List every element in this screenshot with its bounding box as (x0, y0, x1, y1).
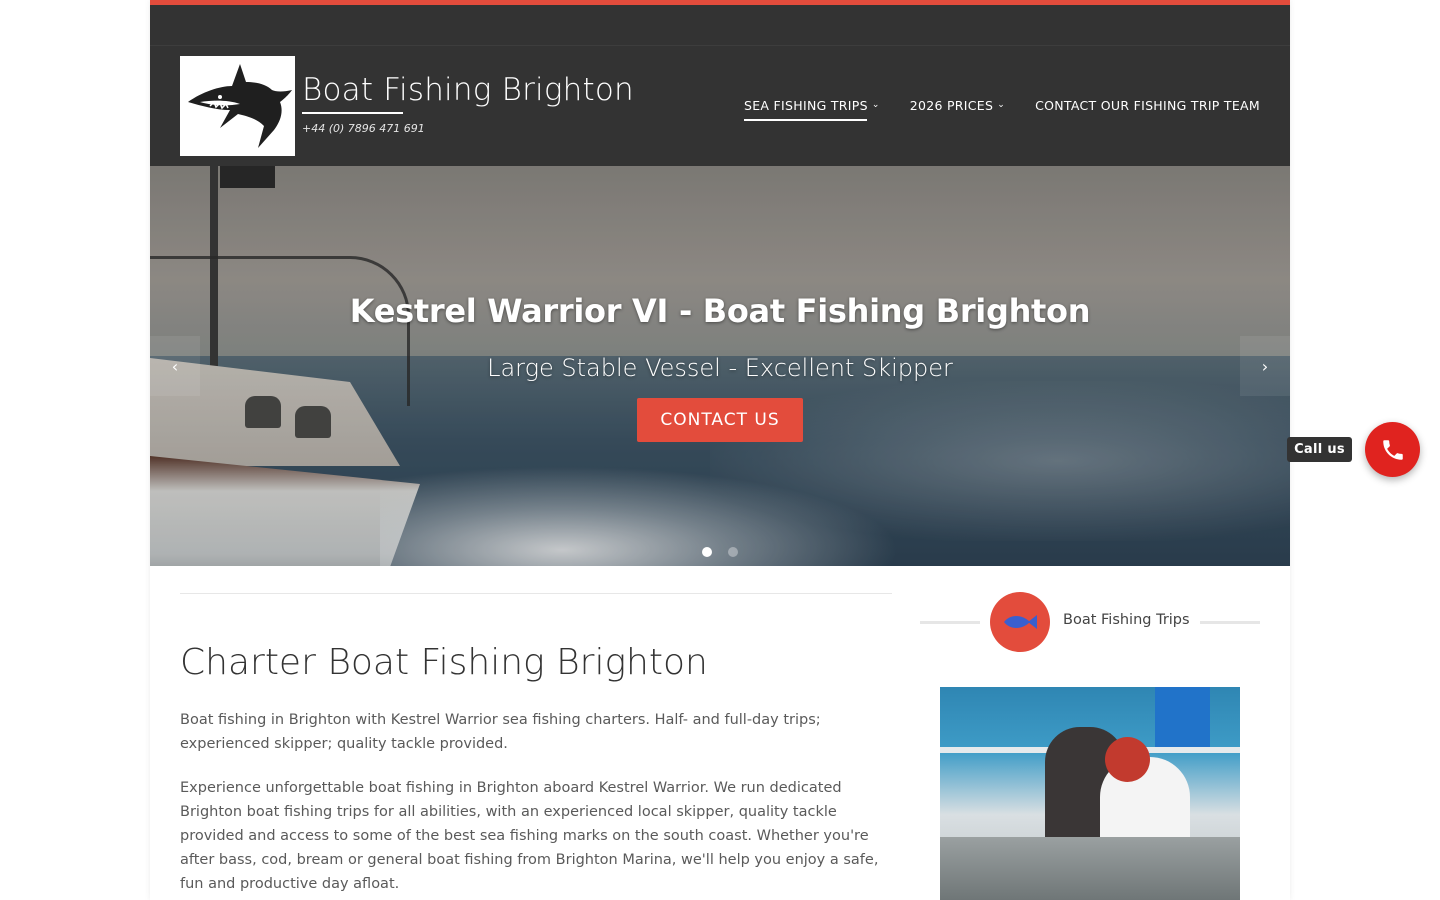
intro-paragraph: Boat fishing in Brighton with Kestrel Wa… (180, 712, 821, 752)
title-underline (302, 112, 403, 114)
photo-person-hair (1105, 737, 1150, 782)
body-paragraph: Experience unforgettable boat fishing in… (180, 780, 879, 892)
chevron-left-icon: ‹ (171, 356, 179, 376)
top-bar (150, 0, 1290, 45)
hero-slider: Kestrel Warrior VI - Boat Fishing Bright… (150, 166, 1290, 566)
chevron-right-icon: › (1261, 356, 1269, 376)
widget-icon-circle (990, 592, 1050, 652)
photo-person-blue (1155, 687, 1210, 747)
page-title: Charter Boat Fishing Brighton (180, 642, 708, 683)
call-us-label[interactable]: Call us (1287, 437, 1352, 462)
contact-us-button[interactable]: CONTACT US (637, 398, 803, 442)
call-button[interactable] (1365, 422, 1420, 477)
site-header: Boat Fishing Brighton +44 (0) 7896 471 6… (150, 45, 1290, 166)
site-logo[interactable] (180, 56, 295, 156)
nav-sea-fishing-trips[interactable]: SEA FISHING TRIPS ⌄ (744, 98, 880, 121)
hero-subtitle: Large Stable Vessel - Excellent Skipper (487, 354, 953, 382)
photo-deck (940, 837, 1240, 900)
slider-prev-button[interactable]: ‹ (150, 336, 200, 396)
slider-dot[interactable] (728, 547, 738, 557)
site-title[interactable]: Boat Fishing Brighton (302, 72, 634, 108)
phone-icon (1382, 439, 1403, 460)
slider-dot[interactable] (702, 547, 712, 557)
sidebar-widget-heading: Boat Fishing Trips (920, 592, 1260, 652)
fish-icon (1004, 615, 1037, 629)
shark-logo-icon (188, 64, 292, 148)
nav-item-label: CONTACT OUR FISHING TRIP TEAM (1035, 98, 1260, 113)
main-nav: SEA FISHING TRIPS ⌄ 2026 PRICES ⌄ CONTAC… (744, 98, 1260, 121)
nav-item-label: 2026 PRICES (909, 98, 994, 113)
content-divider (180, 593, 892, 594)
nav-prices[interactable]: 2026 PRICES ⌄ (910, 98, 1005, 115)
nav-contact[interactable]: CONTACT OUR FISHING TRIP TEAM (1035, 98, 1260, 115)
heading-rule (920, 621, 980, 624)
slider-next-button[interactable]: › (1240, 336, 1290, 396)
fishing-trip-photo[interactable] (940, 687, 1240, 900)
slider-dots (702, 547, 738, 557)
chevron-down-icon: ⌄ (997, 99, 1006, 110)
nav-item-label: SEA FISHING TRIPS (744, 98, 868, 113)
site-phone: +44 (0) 7896 471 691 (302, 122, 425, 135)
heading-rule (1200, 621, 1260, 624)
widget-title: Boat Fishing Trips (1063, 612, 1190, 628)
page-container: Boat Fishing Brighton +44 (0) 7896 471 6… (150, 0, 1290, 900)
hero-title: Kestrel Warrior VI - Boat Fishing Bright… (349, 292, 1091, 330)
chevron-down-icon: ⌄ (871, 99, 880, 110)
